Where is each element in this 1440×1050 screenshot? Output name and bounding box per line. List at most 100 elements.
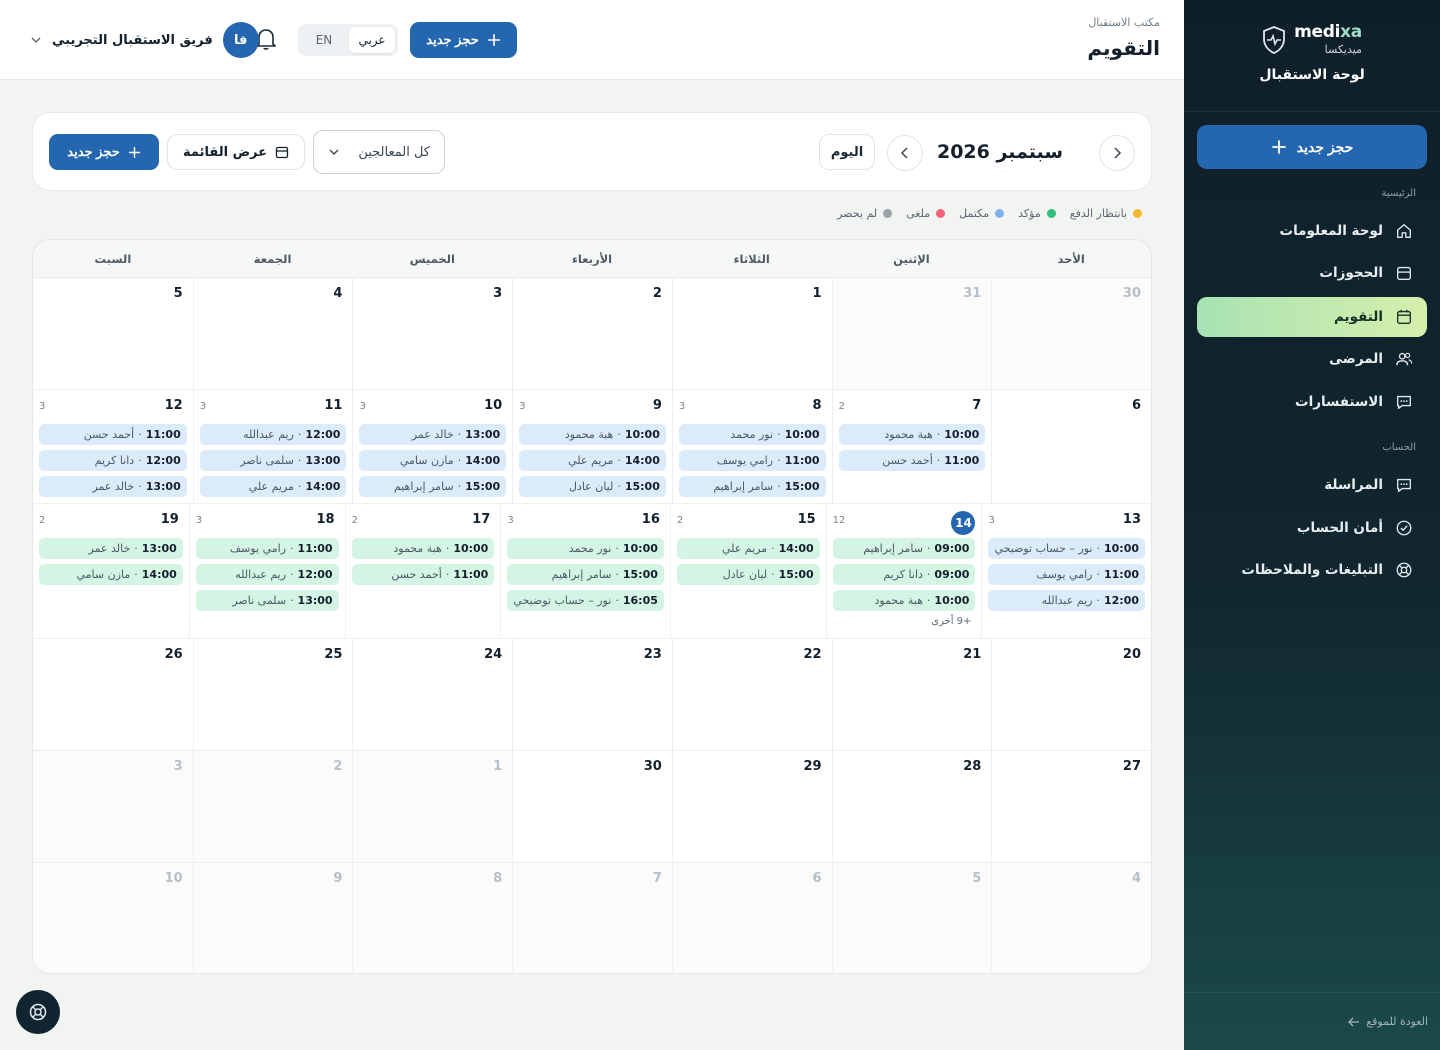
calendar-day-cell[interactable]: 9 bbox=[192, 863, 353, 973]
appointment-chip[interactable]: 14:00 · مريم علي bbox=[199, 476, 347, 497]
appointment-chip[interactable]: 13:00 · سلمى ناصر bbox=[199, 450, 347, 471]
sidebar-item-reports-notes[interactable]: التبليغات والملاحظات bbox=[1197, 550, 1427, 590]
calendar-day-cell[interactable]: 25 bbox=[192, 639, 353, 750]
calendar-day-cell[interactable]: 12 3 11:00 · أحمد حسن 12:00 · دانا كريم 13:00 · خا… bbox=[33, 390, 193, 503]
sidebar-item-calendar[interactable]: التقويم bbox=[1197, 297, 1427, 337]
appointment-chip[interactable]: 14:00 · مازن سامي bbox=[359, 450, 507, 471]
appointment-chip[interactable]: 12:00 · ريم عبدالله bbox=[199, 424, 347, 445]
calendar-day-cell[interactable]: 8 bbox=[352, 863, 513, 973]
appointment-chip[interactable]: 09:00 · سامر إبراهيم bbox=[832, 538, 976, 559]
appointment-chip[interactable]: 11:00 · أحمد حسن bbox=[39, 424, 187, 445]
appointment-chip[interactable]: 16:05 · نور – حساب توضيحي bbox=[507, 590, 664, 611]
calendar-day-cell[interactable]: 24 bbox=[352, 639, 512, 750]
toolbar-new-booking-button[interactable]: حجز جديد bbox=[49, 134, 159, 170]
calendar-day-cell[interactable]: 10 bbox=[33, 863, 193, 973]
calendar-day-cell[interactable]: 5 bbox=[33, 278, 193, 389]
calendar-day-cell[interactable]: 14 12 09:00 · سامر إبراهيم 09:00 · دانا كريم 10:… bbox=[825, 504, 982, 638]
calendar-day-cell[interactable]: 26 bbox=[33, 639, 193, 750]
calendar-day-cell[interactable]: 17 2 10:00 · هبة محمود 11:00 · أحمد حسن bbox=[344, 504, 501, 638]
user-menu[interactable]: فا فريق الاستقبال التجريبي bbox=[30, 22, 259, 58]
appointment-chip[interactable]: 13:00 · خالد عمر bbox=[39, 538, 183, 559]
calendar-day-cell[interactable]: 15 2 14:00 · مريم علي 15:00 · ليان عادل bbox=[669, 504, 826, 638]
appointment-chip[interactable]: 15:00 · ليان عادل bbox=[519, 476, 666, 497]
sidebar-item-inquiries[interactable]: الاستفسارات bbox=[1197, 382, 1427, 422]
appointment-chip[interactable]: 11:00 · رامي يوسف bbox=[195, 538, 339, 559]
calendar-day-cell[interactable]: 27 bbox=[991, 751, 1151, 862]
sidebar-item-bookings[interactable]: الحجوزات bbox=[1197, 253, 1427, 293]
more-appointments-link[interactable]: +9 أخرى bbox=[833, 616, 976, 627]
appointment-chip[interactable]: 10:00 · هبة محمود bbox=[838, 424, 986, 445]
appointment-chip[interactable]: 10:00 · نور محمد bbox=[507, 538, 664, 559]
calendar-day-cell[interactable]: 6 bbox=[991, 390, 1151, 503]
calendar-day-cell[interactable]: 11 3 12:00 · ريم عبدالله 13:00 · سلمى ناصر 14:00… bbox=[192, 390, 353, 503]
appointment-chip[interactable]: 12:00 · دانا كريم bbox=[39, 450, 187, 471]
sidebar-item-dashboard[interactable]: لوحة المعلومات bbox=[1197, 211, 1427, 251]
appointment-chip[interactable]: 15:00 · ليان عادل bbox=[676, 564, 820, 585]
appointment-chip[interactable]: 10:00 · هبة محمود bbox=[519, 424, 666, 445]
calendar-day-cell[interactable]: 18 3 11:00 · رامي يوسف 12:00 · ريم عبدالله 13:00… bbox=[188, 504, 345, 638]
today-button[interactable]: اليوم bbox=[819, 134, 875, 170]
list-view-button[interactable]: عرض القائمة bbox=[167, 134, 305, 170]
calendar-day-cell[interactable]: 30 bbox=[512, 751, 672, 862]
appointment-chip[interactable]: 15:00 · سامر إبراهيم bbox=[359, 476, 507, 497]
appointment-chip[interactable]: 11:00 · أحمد حسن bbox=[838, 450, 986, 471]
appointment-chip[interactable]: 11:00 · رامي يوسف bbox=[988, 564, 1145, 585]
appointment-chip[interactable]: 11:00 · أحمد حسن bbox=[351, 564, 495, 585]
calendar-day-cell[interactable]: 22 bbox=[671, 639, 832, 750]
sidebar-item-messaging[interactable]: المراسلة bbox=[1197, 465, 1427, 505]
calendar-day-cell[interactable]: 10 3 13:00 · خالد عمر 14:00 · مازن سامي 15:00 · سا… bbox=[352, 390, 512, 503]
calendar-day-cell[interactable]: 2 bbox=[192, 751, 353, 862]
brand-logo[interactable]: medixa ميديكسا bbox=[1262, 24, 1362, 55]
lang-en-option[interactable]: EN bbox=[301, 27, 347, 53]
calendar-day-cell[interactable]: 8 3 10:00 · نور محمد 11:00 · رامي يوسف 15:00 · سام… bbox=[671, 390, 832, 503]
calendar-day-cell[interactable]: 21 bbox=[831, 639, 992, 750]
calendar-day-cell[interactable]: 4 bbox=[192, 278, 353, 389]
calendar-day-cell[interactable]: 7 bbox=[512, 863, 672, 973]
appointment-chip[interactable]: 13:00 · خالد عمر bbox=[39, 476, 187, 497]
sidebar-item-account-security[interactable]: أمان الحساب bbox=[1197, 508, 1427, 548]
appointment-chip[interactable]: 13:00 · خالد عمر bbox=[359, 424, 507, 445]
appointment-chip[interactable]: 15:00 · سامر إبراهيم bbox=[507, 564, 664, 585]
calendar-day-cell[interactable]: 20 bbox=[991, 639, 1151, 750]
appointment-chip[interactable]: 14:00 · مازن سامي bbox=[39, 564, 183, 585]
therapist-filter-select[interactable]: كل المعالجين bbox=[313, 130, 445, 174]
calendar-day-cell[interactable]: 29 bbox=[671, 751, 832, 862]
appointment-chip[interactable]: 14:00 · مريم علي bbox=[676, 538, 820, 559]
back-to-site-link[interactable]: العودة للموقع bbox=[1184, 992, 1440, 1050]
help-float-button[interactable] bbox=[16, 990, 60, 1034]
appointment-chip[interactable]: 10:00 · هبة محمود bbox=[351, 538, 495, 559]
calendar-day-cell[interactable]: 1 bbox=[671, 278, 832, 389]
appointment-chip[interactable]: 12:00 · ريم عبدالله bbox=[988, 590, 1145, 611]
calendar-day-cell[interactable]: 1 bbox=[352, 751, 513, 862]
calendar-day-cell[interactable]: 19 2 13:00 · خالد عمر 14:00 · مازن سامي bbox=[33, 504, 189, 638]
prev-month-button[interactable] bbox=[1099, 135, 1135, 171]
next-month-button[interactable] bbox=[887, 135, 923, 171]
appointment-chip[interactable]: 10:00 · هبة محمود bbox=[832, 590, 976, 611]
calendar-day-cell[interactable]: 30 bbox=[991, 278, 1151, 389]
appointment-chip[interactable]: 13:00 · سلمى ناصر bbox=[195, 590, 339, 611]
calendar-day-cell[interactable]: 3 bbox=[352, 278, 512, 389]
calendar-day-cell[interactable]: 3 bbox=[33, 751, 193, 862]
calendar-day-cell[interactable]: 16 3 10:00 · نور محمد 15:00 · سامر إبراهيم 16:05… bbox=[500, 504, 670, 638]
sidebar-item-patients[interactable]: المرضى bbox=[1197, 339, 1427, 379]
appointment-chip[interactable]: 10:00 · نور – حساب توضيحي bbox=[988, 538, 1145, 559]
lang-ar-option[interactable]: عربي bbox=[349, 27, 395, 53]
calendar-day-cell[interactable]: 31 bbox=[831, 278, 992, 389]
appointment-chip[interactable]: 12:00 · ريم عبدالله bbox=[195, 564, 339, 585]
calendar-day-cell[interactable]: 6 bbox=[671, 863, 832, 973]
calendar-day-cell[interactable]: 5 bbox=[831, 863, 992, 973]
calendar-day-cell[interactable]: 2 bbox=[512, 278, 672, 389]
appointment-chip[interactable]: 11:00 · رامي يوسف bbox=[678, 450, 826, 471]
calendar-day-cell[interactable]: 9 3 10:00 · هبة محمود 14:00 · مريم علي 15:00 · ليا… bbox=[512, 390, 672, 503]
calendar-day-cell[interactable]: 28 bbox=[831, 751, 992, 862]
calendar-day-cell[interactable]: 7 2 10:00 · هبة محمود 11:00 · أحمد حسن bbox=[831, 390, 992, 503]
appointment-chip[interactable]: 10:00 · نور محمد bbox=[678, 424, 826, 445]
appointment-chip[interactable]: 09:00 · دانا كريم bbox=[832, 564, 976, 585]
sidebar-new-booking-button[interactable]: حجز جديد bbox=[1197, 125, 1427, 169]
calendar-day-cell[interactable]: 13 3 10:00 · نور – حساب توضيحي 11:00 · رامي يوس… bbox=[981, 504, 1151, 638]
calendar-day-cell[interactable]: 23 bbox=[512, 639, 672, 750]
top-new-booking-button[interactable]: حجز جديد bbox=[410, 22, 517, 58]
calendar-day-cell[interactable]: 4 bbox=[991, 863, 1151, 973]
appointment-chip[interactable]: 14:00 · مريم علي bbox=[519, 450, 666, 471]
appointment-chip[interactable]: 15:00 · سامر إبراهيم bbox=[678, 476, 826, 497]
